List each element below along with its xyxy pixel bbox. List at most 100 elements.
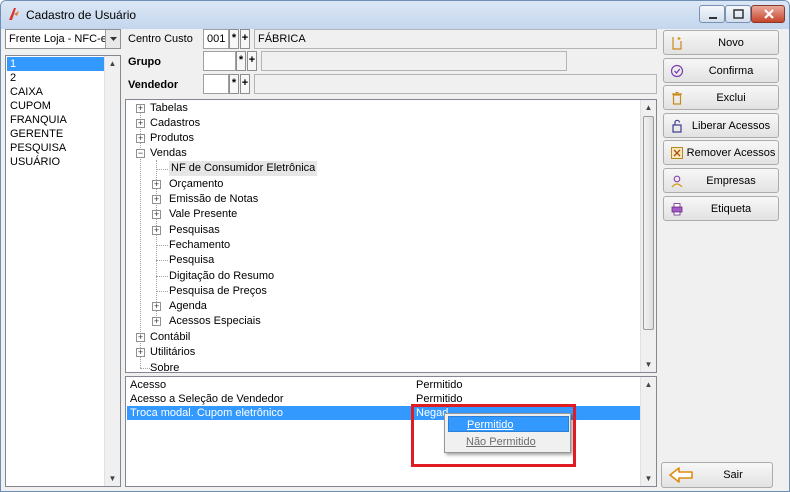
tree-node-digitacao-resumo[interactable]: Digitação do Resumo [169, 269, 274, 284]
tree-line [140, 108, 141, 368]
title-bar[interactable]: Cadastro de Usuário [1, 1, 789, 29]
user-list-item[interactable]: CAIXA [7, 85, 107, 99]
grupo-label: Grupo [128, 56, 161, 68]
remove-access-icon [671, 147, 683, 159]
expand-icon[interactable]: + [136, 333, 145, 342]
grupo-name-field [261, 51, 567, 71]
vendedor-code-field[interactable] [203, 74, 229, 94]
expand-icon[interactable]: + [136, 119, 145, 128]
centro-custo-label: Centro Custo [128, 33, 193, 45]
collapse-icon[interactable]: − [136, 149, 145, 158]
expand-icon[interactable]: + [152, 195, 161, 204]
chevron-down-icon[interactable] [105, 30, 120, 48]
sair-label: Sair [723, 469, 743, 481]
empresas-button[interactable]: Empresas [663, 168, 779, 193]
tree-node-cadastros[interactable]: Cadastros [150, 116, 200, 131]
grupo-code-field[interactable] [203, 51, 236, 71]
etiqueta-button[interactable]: Etiqueta [663, 196, 779, 221]
tree-node-utilitarios[interactable]: Utilitários [150, 345, 195, 360]
tree-node-sobre[interactable]: Sobre [150, 361, 179, 372]
tree-node-emissao-notas[interactable]: Emissão de Notas [169, 192, 258, 207]
permission-access: Acesso [130, 379, 167, 391]
tree-line [156, 245, 168, 246]
expand-icon[interactable]: + [136, 134, 145, 143]
scroll-down-icon[interactable]: ▼ [641, 357, 656, 372]
confirma-button[interactable]: Confirma [663, 58, 779, 83]
tree-node-tabelas[interactable]: Tabelas [150, 101, 188, 116]
store-select[interactable]: Frente Loja - NFC-e [5, 29, 121, 49]
sair-button[interactable]: Sair [661, 462, 773, 488]
scroll-up-icon[interactable]: ▲ [105, 56, 120, 71]
user-list-item[interactable]: CUPOM [7, 99, 107, 113]
user-list-scrollbar[interactable]: ▲ ▼ [104, 56, 120, 486]
expand-icon[interactable]: + [152, 210, 161, 219]
tree-node-pesquisa-precos[interactable]: Pesquisa de Preços [169, 284, 267, 299]
liberar-acessos-button[interactable]: Liberar Acessos [663, 113, 779, 138]
tree-node-fechamento[interactable]: Fechamento [169, 238, 230, 253]
tree-node-pesquisa[interactable]: Pesquisa [169, 253, 214, 268]
expand-icon[interactable]: + [152, 226, 161, 235]
novo-label: Novo [718, 37, 744, 49]
permissions-grid[interactable]: Acesso Permitido Acesso a Seleção de Ven… [125, 376, 657, 487]
expand-icon[interactable]: + [152, 180, 161, 189]
tree-scrollbar[interactable]: ▲ ▼ [640, 100, 656, 372]
tree-line [156, 260, 168, 261]
scroll-up-icon[interactable]: ▲ [641, 377, 656, 392]
permission-row[interactable]: Acesso Permitido [127, 378, 641, 392]
permission-access: Acesso a Seleção de Vendedor [130, 393, 284, 405]
permission-access: Troca modal. Cupom eletrônico [130, 407, 284, 419]
scroll-thumb[interactable] [643, 116, 654, 330]
novo-button[interactable]: Novo [663, 30, 779, 55]
user-list-item[interactable]: GERENTE [7, 127, 107, 141]
exclui-button[interactable]: Exclui [663, 85, 779, 110]
user-list-item[interactable]: FRANQUIA [7, 113, 107, 127]
scroll-up-icon[interactable]: ▲ [641, 100, 656, 115]
expand-icon[interactable]: + [152, 302, 161, 311]
centro-custo-search-button[interactable]: * [229, 29, 239, 49]
maximize-icon [733, 9, 744, 19]
minimize-icon [709, 17, 717, 19]
check-circle-icon [670, 64, 684, 78]
tree-node-produtos[interactable]: Produtos [150, 131, 194, 146]
menu-tree[interactable]: + Tabelas + Cadastros + Produtos − Venda… [125, 99, 657, 373]
tree-node-vendas[interactable]: Vendas [150, 146, 187, 161]
confirma-label: Confirma [708, 65, 754, 77]
tree-node-pesquisas[interactable]: Pesquisas [169, 223, 220, 238]
unlock-icon [672, 119, 682, 133]
maximize-button[interactable] [725, 5, 751, 23]
tree-node-orcamento[interactable]: Orçamento [169, 177, 223, 192]
close-button[interactable] [751, 5, 785, 23]
user-list[interactable]: 1 2 CAIXA CUPOM FRANQUIA GERENTE PESQUIS… [5, 55, 121, 487]
scroll-down-icon[interactable]: ▼ [105, 471, 120, 486]
exit-arrow-icon [669, 467, 693, 483]
tree-node-acessos-especiais[interactable]: Acessos Especiais [169, 314, 261, 329]
tree-node-vale-presente[interactable]: Vale Presente [169, 207, 237, 222]
exclui-label: Exclui [716, 92, 746, 104]
vendedor-search-button[interactable]: * [229, 74, 239, 94]
tree-node-contabil[interactable]: Contábil [150, 330, 190, 345]
remover-acessos-button[interactable]: Remover Acessos [663, 140, 779, 165]
tree-line [156, 169, 168, 170]
tree-line [140, 368, 150, 369]
vendedor-add-button[interactable]: + [240, 74, 250, 94]
centro-custo-add-button[interactable]: + [240, 29, 250, 49]
grupo-search-button[interactable]: * [236, 51, 246, 71]
grid-scrollbar[interactable]: ▲ ▼ [640, 377, 656, 486]
app-logo-icon [9, 8, 19, 20]
user-list-item[interactable]: 2 [7, 71, 107, 85]
vendedor-label: Vendedor [128, 79, 179, 91]
tree-node-nfce[interactable]: NF de Consumidor Eletrônica [169, 161, 318, 176]
minimize-button[interactable] [699, 5, 725, 23]
scroll-down-icon[interactable]: ▼ [641, 471, 656, 486]
user-list-item[interactable]: PESQUISA [7, 141, 107, 155]
expand-icon[interactable]: + [152, 317, 161, 326]
centro-custo-code-field[interactable]: 001 [203, 29, 229, 49]
tree-node-agenda[interactable]: Agenda [169, 299, 207, 314]
user-list-item[interactable]: 1 [7, 57, 107, 71]
expand-icon[interactable]: + [136, 348, 145, 357]
expand-icon[interactable]: + [136, 104, 145, 113]
permission-status: Permitido [416, 379, 463, 391]
user-list-item[interactable]: USUÁRIO [7, 155, 107, 169]
empresas-label: Empresas [706, 175, 756, 187]
grupo-add-button[interactable]: + [247, 51, 257, 71]
